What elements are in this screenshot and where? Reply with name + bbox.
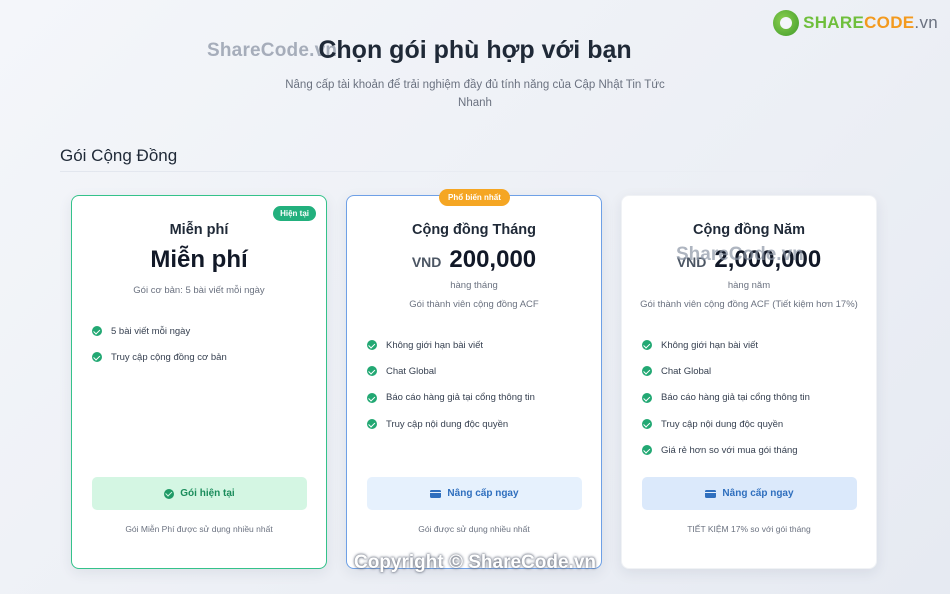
plan-description: Gói thành viên cộng đồng ACF (Tiết kiệm …: [640, 299, 858, 310]
feature-item: Truy cập nội dung độc quyền: [642, 411, 860, 437]
section-title: Gói Cộng Đồng: [60, 146, 178, 165]
section-divider: [60, 171, 880, 172]
brand-text: SHARECODE.vn: [803, 13, 938, 33]
feature-list: 5 bài viết mỗi ngày Truy cập cộng đồng c…: [92, 318, 310, 371]
check-circle-icon: [367, 340, 377, 351]
price-amount: Miễn phí: [150, 246, 248, 273]
popular-badge: Phổ biến nhất: [439, 189, 510, 206]
check-circle-icon: [164, 488, 175, 499]
feature-label: Truy cập nội dung độc quyền: [386, 418, 509, 430]
price-row: Miễn phí: [72, 246, 326, 274]
price-period: hàng tháng: [450, 280, 498, 291]
feature-label: Chat Global: [386, 365, 437, 377]
brand-part-code: CODE: [864, 13, 915, 32]
feature-label: Truy cập cộng đồng cơ bản: [111, 351, 227, 363]
brand-logo[interactable]: SHARECODE.vn: [773, 10, 938, 36]
button-label: Nâng cấp ngay: [447, 488, 519, 499]
feature-label: Chat Global: [661, 365, 712, 377]
button-label: Gói hiện tại: [180, 488, 235, 499]
feature-item: Chat Global: [642, 358, 860, 384]
upgrade-yearly-button[interactable]: Nâng cấp ngay: [642, 477, 857, 510]
feature-label: Không giới hạn bài viết: [661, 339, 759, 351]
plan-name: Miễn phí: [169, 222, 229, 238]
upgrade-monthly-button[interactable]: Nâng cấp ngay: [367, 477, 582, 510]
check-circle-icon: [642, 419, 652, 430]
feature-item: Không giới hạn bài viết: [642, 332, 860, 358]
check-circle-icon: [642, 340, 652, 351]
feature-item: Giá rẻ hơn so với mua gói tháng: [642, 437, 860, 463]
feature-item: Không giới hạn bài viết: [367, 332, 585, 358]
button-label: Nâng cấp ngay: [722, 488, 794, 499]
feature-label: Báo cáo hàng giả tại cổng thông tin: [386, 392, 535, 404]
check-circle-icon: [367, 366, 377, 377]
plan-note: TIẾT KIỆM 17% so với gói tháng: [687, 524, 811, 534]
price-currency: VND: [411, 254, 442, 270]
brand-part-domain: .vn: [914, 13, 938, 32]
check-circle-icon: [642, 366, 652, 377]
plan-card-free: Hiện tại Miễn phí Miễn phí Gói cơ bản: 5…: [71, 195, 327, 569]
credit-card-icon: [430, 489, 442, 498]
check-circle-icon: [367, 392, 377, 403]
price-amount: 200,000: [449, 246, 537, 273]
feature-item: Báo cáo hàng giả tại cổng thông tin: [642, 385, 860, 411]
copyright-watermark: Copyright © ShareCode.vn: [353, 552, 597, 573]
plan-card-monthly: Phổ biến nhất Cộng đồng Tháng VND 200,00…: [346, 189, 602, 569]
feature-label: 5 bài viết mỗi ngày: [111, 325, 191, 337]
feature-item: Báo cáo hàng giả tại cổng thông tin: [367, 385, 585, 411]
plan-description: Gói cơ bản: 5 bài viết mỗi ngày: [133, 285, 265, 296]
page-subtitle: Nâng cấp tài khoản để trải nghiệm đầy đủ…: [285, 79, 665, 109]
price-row: VND 200,000: [347, 246, 601, 274]
plan-description: Gói thành viên cộng đồng ACF: [409, 299, 539, 310]
watermark-text: ShareCode.vn: [676, 244, 804, 265]
check-circle-icon: [92, 352, 102, 363]
feature-item: Truy cập nội dung độc quyền: [367, 411, 585, 437]
plan-name: Cộng đồng Năm: [693, 222, 805, 238]
current-plan-button[interactable]: Gói hiện tại: [92, 477, 307, 510]
logo-icon: [773, 10, 800, 36]
plan-note: Gói Miễn Phí được sử dụng nhiều nhất: [125, 524, 273, 534]
page-title: Chọn gói phù hợp với bạn: [318, 36, 632, 64]
feature-item: Truy cập cộng đồng cơ bản: [92, 344, 310, 370]
feature-list: Không giới hạn bài viết Chat Global Báo …: [642, 332, 860, 463]
check-circle-icon: [642, 392, 652, 403]
credit-card-icon: [705, 489, 717, 498]
feature-label: Báo cáo hàng giả tại cổng thông tin: [661, 392, 810, 404]
feature-label: Giá rẻ hơn so với mua gói tháng: [661, 444, 798, 456]
current-plan-badge: Hiện tại: [273, 206, 316, 221]
brand-part-share: SHARE: [803, 13, 865, 32]
plan-note: Gói được sử dụng nhiều nhất: [418, 524, 530, 534]
feature-label: Không giới hạn bài viết: [386, 339, 484, 351]
check-circle-icon: [642, 445, 652, 456]
feature-list: Không giới hạn bài viết Chat Global Báo …: [367, 332, 585, 437]
feature-label: Truy cập nội dung độc quyền: [661, 418, 784, 430]
check-circle-icon: [367, 419, 377, 430]
check-circle-icon: [92, 326, 102, 337]
price-period: hàng năm: [727, 280, 771, 291]
feature-item: 5 bài viết mỗi ngày: [92, 318, 310, 344]
feature-item: Chat Global: [367, 358, 585, 384]
plan-name: Cộng đồng Tháng: [411, 222, 537, 238]
